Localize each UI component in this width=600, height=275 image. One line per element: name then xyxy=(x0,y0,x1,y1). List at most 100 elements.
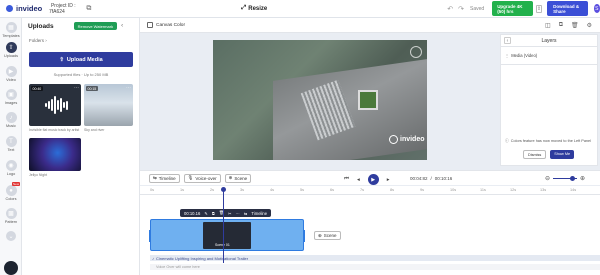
resize-button[interactable]: ⤢ Resize xyxy=(241,5,267,12)
more-icon[interactable]: ⋯ xyxy=(236,211,240,216)
media-thumb-image[interactable] xyxy=(29,138,81,171)
canvas-actions: ◫ ⧉ 🗑 ⚙ xyxy=(545,22,600,29)
scene-clip[interactable]: Scene 01 xyxy=(149,219,305,251)
close-icon[interactable]: ‹ xyxy=(121,23,123,29)
media-thumb-video[interactable]: 00:15 ⋯ xyxy=(84,84,133,126)
clip-timeline-label[interactable]: Timeline xyxy=(251,211,267,216)
undo-icon[interactable]: ↶ xyxy=(447,5,453,13)
layers-note-text: Colors feature has now moved to the Left… xyxy=(510,139,592,143)
rail-label: Images xyxy=(4,101,18,105)
ruler-tick: 2s xyxy=(210,188,215,192)
ruler-tick: 9s xyxy=(420,188,425,192)
zoom-knob[interactable] xyxy=(570,176,576,181)
media-duration: 00:15 xyxy=(86,86,98,91)
upgrade-button[interactable]: Upgrade 4K (50) hrs xyxy=(492,1,533,16)
redo-icon[interactable]: ↷ xyxy=(458,5,464,13)
copy-icon[interactable]: ⧉ xyxy=(212,211,215,216)
canvas-area: invideo xyxy=(145,34,500,166)
supported-files-note: Supported files · Up to 250 MB xyxy=(53,72,109,77)
user-avatar[interactable] xyxy=(4,261,18,275)
upload-media-label: Upload Media xyxy=(66,56,103,63)
zoom-out-icon[interactable]: ⊖ xyxy=(545,175,550,182)
split-icon[interactable]: ✂ xyxy=(228,211,232,216)
ruler-tick: 0s xyxy=(150,188,155,192)
rail-item-images[interactable]: ▣ Images xyxy=(0,89,22,105)
drag-handle-icon[interactable]: ⋮ xyxy=(505,53,509,58)
colors-icon: ● xyxy=(5,185,17,196)
time-ruler[interactable]: 0s1s2s3s4s5s6s7s8s9s10s11s12s13s14s15s xyxy=(140,186,600,195)
rail-item-uploads[interactable]: ⇧ Uploads xyxy=(0,42,22,58)
folders-toggle[interactable]: Folders › xyxy=(29,38,47,43)
zoom-slider[interactable] xyxy=(553,176,578,181)
more-icon[interactable]: ⋯ xyxy=(74,85,79,91)
scene-label: Scene xyxy=(234,175,248,181)
more-icon[interactable]: ⋯ xyxy=(126,85,131,91)
clip-handle-right[interactable] xyxy=(303,230,305,242)
copy-icon[interactable]: ⧉ xyxy=(86,5,91,13)
settings-icon[interactable]: ⚙ xyxy=(587,22,592,29)
timeline-button[interactable]: ⇆ Timeline xyxy=(149,173,180,183)
audio-track[interactable]: ♪ Cinematic Uplifting Inspiring and Moti… xyxy=(150,255,600,261)
remove-watermark-button[interactable]: Remove Watermark xyxy=(73,22,118,30)
rail-item-logo[interactable]: ◉ Logo xyxy=(0,160,22,176)
rail-label: Pattern xyxy=(4,220,18,224)
zoom-in-icon[interactable]: ⊕ xyxy=(580,175,585,182)
add-scene-button[interactable]: ⊕ Scene xyxy=(314,231,341,240)
rail-item-video[interactable]: ▶ Video xyxy=(0,66,22,82)
rail-item-colors[interactable]: ● New Colors xyxy=(0,182,22,201)
forward-icon[interactable]: ▸ xyxy=(387,177,390,183)
delete-icon[interactable]: 🗑 xyxy=(571,22,579,29)
duplicate-icon[interactable]: ⧉ xyxy=(559,22,563,29)
rewind-icon[interactable]: ◂ xyxy=(357,177,360,183)
show-me-button[interactable]: Show Me xyxy=(550,150,575,159)
watermark-small-icon xyxy=(410,46,422,58)
dismiss-button[interactable]: Dismiss xyxy=(523,150,547,159)
timeline-controls: ⇆ Timeline 🎙 Voice-over ⊕ Scene ⏮ ◂ ▶ ▸ … xyxy=(140,170,600,185)
share-icon[interactable]: ⇪ xyxy=(535,4,543,13)
time-separator: / xyxy=(430,176,432,181)
media-thumb-audio[interactable]: 00:40 ⋯ xyxy=(29,84,81,126)
playback-controls: ⏮ ◂ ▶ ▸ xyxy=(344,174,389,185)
upload-media-button[interactable]: ⇧ Upload Media xyxy=(29,52,133,67)
collapse-icon[interactable]: ‹ xyxy=(504,37,511,44)
image-icon: ▣ xyxy=(5,89,17,100)
voice-over-button[interactable]: 🎙 Voice-over xyxy=(183,173,221,183)
mic-icon: 🎙 xyxy=(187,175,194,180)
video-preview[interactable]: invideo xyxy=(213,40,427,160)
layers-icon[interactable]: ◫ xyxy=(545,22,551,29)
rail-label: Music xyxy=(6,124,16,128)
voice-over-track[interactable]: Voice Over will come here xyxy=(150,264,600,270)
rail-label: Logo xyxy=(6,172,16,176)
scene-button[interactable]: ⊕ Scene xyxy=(224,173,252,183)
media-duration: 00:40 xyxy=(31,86,43,91)
rail-item-music[interactable]: ♪ Music xyxy=(0,112,22,128)
rail-item-pattern[interactable]: ▩ Pattern xyxy=(0,208,22,224)
layer-label: Media (Video) xyxy=(511,53,538,58)
project-id: Project ID : 7fA624 xyxy=(49,3,80,15)
canvas-color-button[interactable]: Canvas Color xyxy=(140,22,185,28)
add-scene-label: Scene xyxy=(323,233,337,238)
avatar[interactable]: S xyxy=(593,4,600,13)
chevron-down-icon[interactable]: ⌄ xyxy=(6,231,16,241)
app-logo[interactable]: invideo xyxy=(0,4,49,13)
info-icon: ⓘ xyxy=(505,139,509,143)
play-button[interactable]: ▶ xyxy=(367,174,379,185)
current-time: 00:04:82 xyxy=(410,176,428,181)
music-icon: ♪ xyxy=(5,112,17,123)
resize-label: Resize xyxy=(248,5,268,12)
layer-item[interactable]: ⋮ Media (Video) xyxy=(501,47,597,65)
ruler-tick: 3s xyxy=(240,188,245,192)
skip-back-icon[interactable]: ⏮ xyxy=(344,176,349,183)
playhead-handle[interactable] xyxy=(221,187,226,192)
clip-handle-left[interactable] xyxy=(149,230,151,242)
rail-label: Uploads xyxy=(4,54,18,58)
resize-icon: ⤢ xyxy=(241,5,247,11)
layers-header: ‹ Layers xyxy=(501,35,597,47)
media-caption: Invisible flat music track by artist xyxy=(29,128,80,132)
rail-item-text[interactable]: T Text xyxy=(0,136,22,152)
playhead[interactable] xyxy=(221,187,226,263)
edit-icon[interactable]: ✎ xyxy=(204,211,208,216)
download-share-button[interactable]: Download & Share xyxy=(547,1,588,16)
audio-track-title: Cinematic Uplifting Inspiring and Motiva… xyxy=(156,255,249,261)
rail-item-templates[interactable]: ▦ Templates xyxy=(0,22,22,38)
